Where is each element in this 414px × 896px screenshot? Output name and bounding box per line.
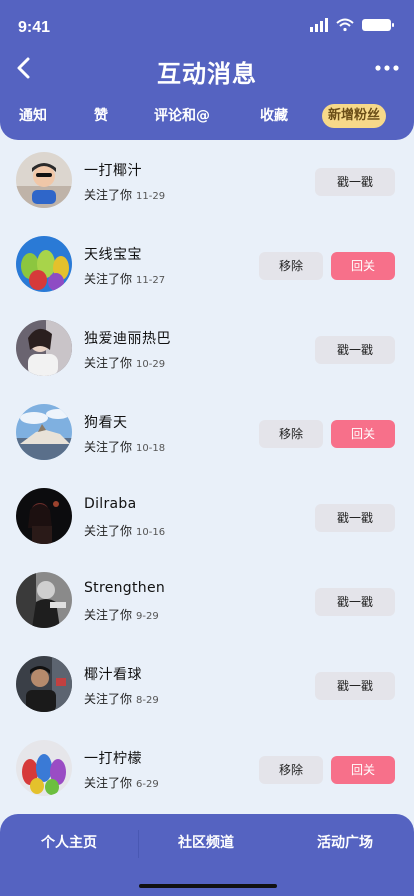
follower-name: Dilraba — [84, 496, 137, 512]
follow-info: 关注了你 9-29 — [84, 606, 159, 623]
avatar[interactable] — [16, 236, 72, 292]
follower-name: 椰汁看球 — [84, 667, 142, 683]
follower-row: 椰汁看球 关注了你 8-29 戳一戳 — [0, 644, 414, 728]
follower-row: 独爱迪丽热巴 关注了你 10-29 戳一戳 — [0, 308, 414, 392]
more-icon[interactable] — [374, 60, 400, 76]
battery-icon — [362, 19, 394, 31]
follow-date: 6-29 — [136, 779, 159, 790]
wifi-icon — [336, 18, 354, 32]
follow-date: 9-29 — [136, 611, 159, 622]
bottom-nav-community[interactable]: 社区频道 — [178, 832, 234, 852]
follow-action: 关注了你 — [84, 776, 133, 790]
avatar[interactable] — [16, 320, 72, 376]
follow-info: 关注了你 10-16 — [84, 522, 165, 539]
follow-back-button[interactable]: 回关 — [331, 252, 395, 280]
follow-action: 关注了你 — [84, 440, 133, 454]
bottom-nav-events[interactable]: 活动广场 — [317, 832, 373, 852]
follower-row: 一打柠檬 关注了你 6-29 移除 回关 — [0, 728, 414, 812]
follower-row: 天线宝宝 关注了你 11-27 移除 回关 — [0, 224, 414, 308]
header: 9:41 互动消息 通知 赞 评论和@ 收藏 新增粉丝 — [0, 0, 414, 140]
follow-date: 8-29 — [136, 695, 159, 706]
follower-row: Strengthen 关注了你 9-29 戳一戳 — [0, 560, 414, 644]
follow-info: 关注了你 11-27 — [84, 270, 165, 287]
poke-button[interactable]: 戳一戳 — [315, 672, 395, 700]
status-time: 9:41 — [18, 19, 51, 36]
follow-info: 关注了你 10-18 — [84, 438, 165, 455]
follower-name: 天线宝宝 — [84, 247, 142, 263]
tab-notifications[interactable]: 通知 — [19, 104, 47, 128]
poke-button[interactable]: 戳一戳 — [315, 336, 395, 364]
follow-info: 关注了你 8-29 — [84, 690, 159, 707]
home-indicator[interactable] — [139, 884, 277, 888]
follow-date: 10-16 — [136, 527, 166, 538]
remove-button[interactable]: 移除 — [259, 252, 323, 280]
tab-new-followers[interactable]: 新增粉丝 — [322, 104, 387, 128]
remove-button[interactable]: 移除 — [259, 420, 323, 448]
follow-date: 11-29 — [136, 191, 166, 202]
follow-info: 关注了你 11-29 — [84, 186, 165, 203]
remove-button[interactable]: 移除 — [259, 756, 323, 784]
avatar[interactable] — [16, 152, 72, 208]
poke-button[interactable]: 戳一戳 — [315, 168, 395, 196]
signal-icon — [310, 18, 328, 32]
follower-name: 狗看天 — [84, 415, 128, 431]
follower-row: Dilraba 关注了你 10-16 戳一戳 — [0, 476, 414, 560]
follow-date: 10-29 — [136, 359, 166, 370]
follow-action: 关注了你 — [84, 524, 133, 538]
follower-row: 狗看天 关注了你 10-18 移除 回关 — [0, 392, 414, 476]
follow-info: 关注了你 10-29 — [84, 354, 165, 371]
follow-action: 关注了你 — [84, 356, 133, 370]
avatar[interactable] — [16, 572, 72, 628]
avatar[interactable] — [16, 404, 72, 460]
follower-name: 一打椰汁 — [84, 163, 142, 179]
page-title: 互动消息 — [157, 60, 257, 88]
poke-button[interactable]: 戳一戳 — [315, 504, 395, 532]
follower-name: Strengthen — [84, 580, 166, 596]
follower-row: 一打椰汁 关注了你 11-29 戳一戳 — [0, 140, 414, 224]
follower-name: 一打柠檬 — [84, 751, 142, 767]
follow-back-button[interactable]: 回关 — [331, 756, 395, 784]
bottom-nav-divider — [138, 830, 139, 858]
poke-button[interactable]: 戳一戳 — [315, 588, 395, 616]
status-bar: 9:41 — [0, 0, 414, 50]
follow-back-button[interactable]: 回关 — [331, 420, 395, 448]
avatar[interactable] — [16, 656, 72, 712]
tab-comments-mentions[interactable]: 评论和@ — [154, 104, 210, 128]
tab-bar: 通知 赞 评论和@ 收藏 新增粉丝 — [0, 104, 414, 132]
follow-info: 关注了你 6-29 — [84, 774, 159, 791]
avatar[interactable] — [16, 488, 72, 544]
tab-likes[interactable]: 赞 — [94, 104, 108, 128]
follower-name: 独爱迪丽热巴 — [84, 331, 171, 347]
follow-date: 10-18 — [136, 443, 166, 454]
bottom-nav-profile[interactable]: 个人主页 — [41, 832, 97, 852]
follow-action: 关注了你 — [84, 692, 133, 706]
follow-date: 11-27 — [136, 275, 166, 286]
avatar[interactable] — [16, 740, 72, 796]
follow-action: 关注了你 — [84, 608, 133, 622]
tab-favorites[interactable]: 收藏 — [260, 104, 288, 128]
follow-action: 关注了你 — [84, 188, 133, 202]
status-icons — [310, 18, 394, 32]
follow-action: 关注了你 — [84, 272, 133, 286]
